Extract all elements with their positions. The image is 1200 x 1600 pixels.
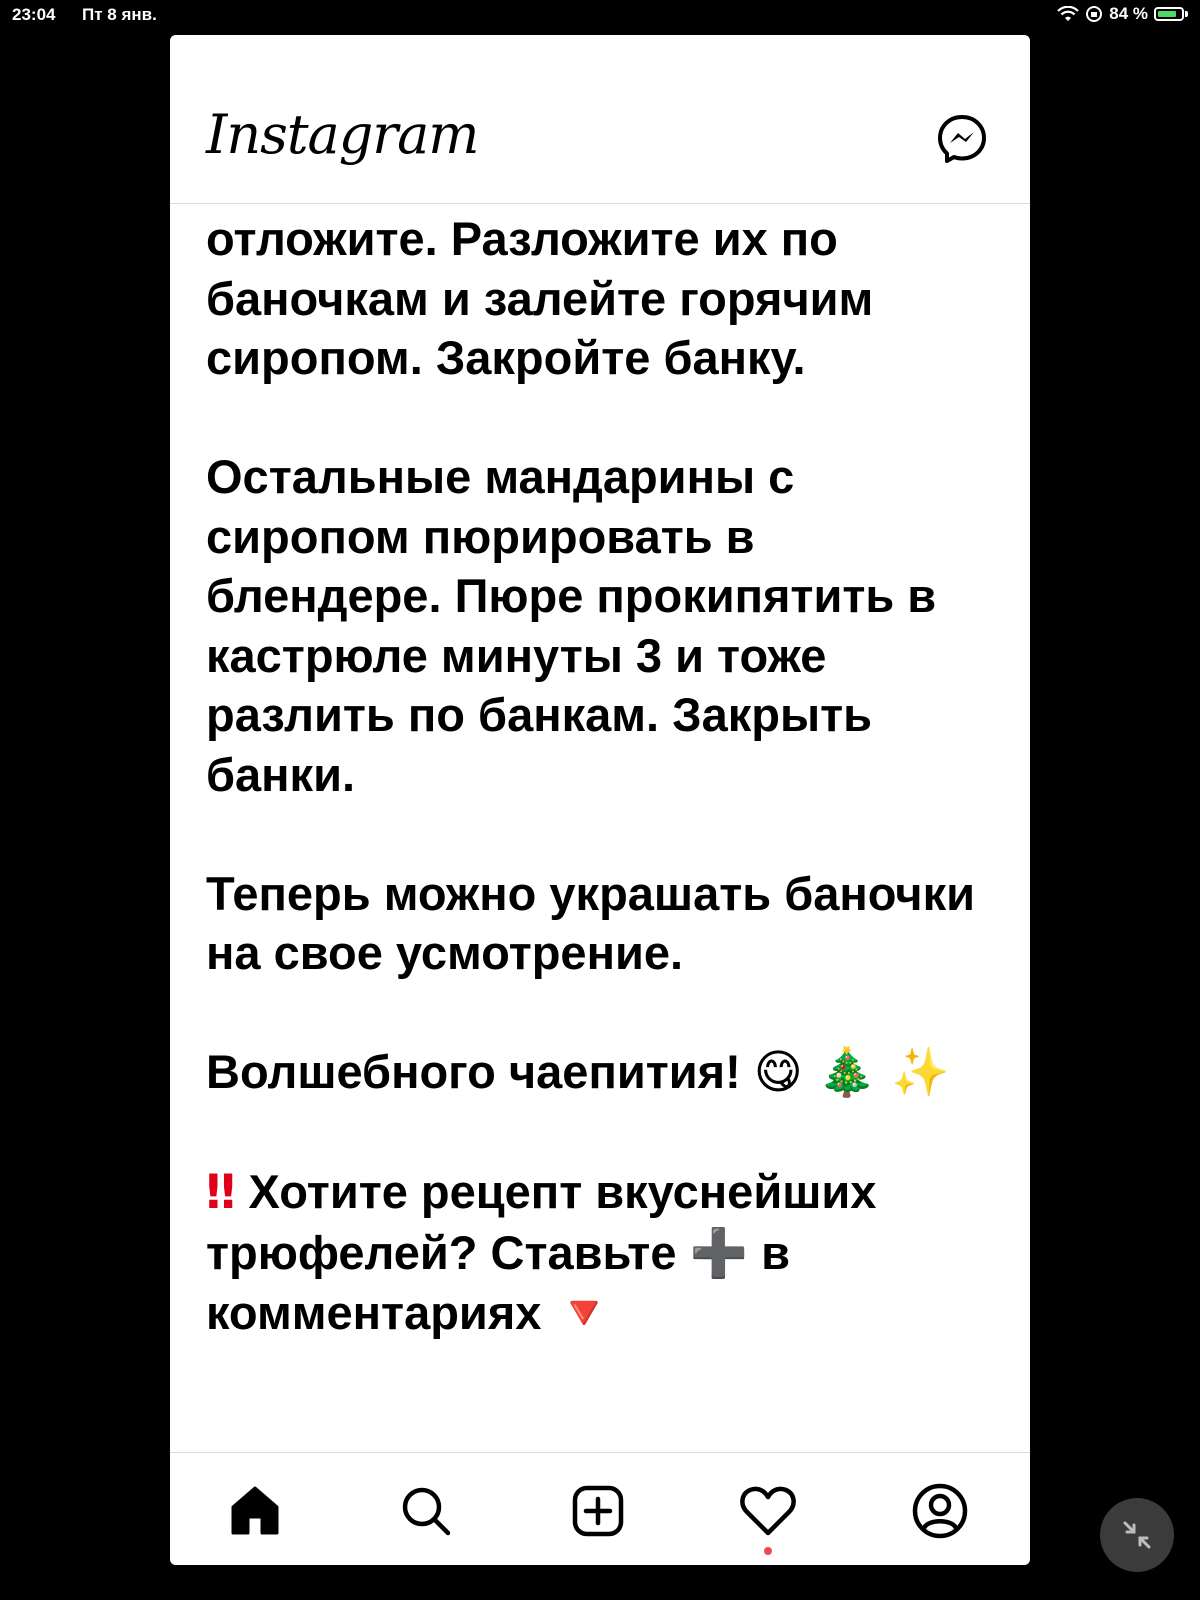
search-icon [402,1487,451,1536]
status-right: 84 % [1057,4,1188,24]
instagram-logo[interactable]: Instagram [206,103,479,166]
home-icon [231,1486,279,1535]
app-header: Instagram [170,35,1030,204]
wish-emojis: 😋 🎄 ✨ [753,1045,950,1100]
battery-tip [1185,11,1188,17]
caption-wish: Волшебного чаепития! 😋 🎄 ✨ [206,1042,986,1103]
caption-cta: ‼ Хотите рецепт вкуснейших трюфелей? Ста… [206,1162,986,1344]
caption-paragraph: Остальные мандарины с сиропом пюрировать… [206,450,937,801]
new-post-icon [572,1485,624,1537]
profile-icon [912,1483,968,1539]
wish-text: Волшебного чаепития! [206,1045,741,1098]
battery-icon [1154,7,1184,21]
caption-paragraph: отложите. Разложите их по баночкам и зал… [206,212,874,384]
status-bar: 23:04 Пт 8 янв. 84 % [0,0,1200,30]
double-exclamation-icon: ‼ [206,1165,236,1220]
battery-percent: 84 % [1109,4,1148,23]
tab-bar [170,1452,1030,1565]
plus-emoji: ➕ [689,1225,749,1281]
collapse-window-button[interactable] [1100,1498,1174,1572]
status-date: Пт 8 янв. [82,5,157,24]
tab-search[interactable] [394,1479,458,1543]
post-caption: отложите. Разложите их по баночкам и зал… [206,209,986,1403]
tab-home[interactable] [223,1479,287,1543]
tab-new-post[interactable] [566,1479,630,1543]
instagram-screen: отложите. Разложите их по баночкам и зал… [170,35,1030,1565]
tab-profile[interactable] [908,1479,972,1543]
heart-icon [740,1486,796,1536]
messenger-icon[interactable] [936,113,988,165]
red-triangle-icon: 🔻 [554,1286,613,1341]
wifi-icon [1057,6,1080,21]
collapse-arrows-icon [1123,1521,1151,1549]
activity-notification-dot [764,1547,772,1555]
tab-activity[interactable] [736,1479,800,1555]
orientation-lock-icon [1086,6,1103,22]
status-time: 23:04 [12,5,56,24]
caption-paragraph: Теперь можно украшать баночки на свое ус… [206,866,976,980]
